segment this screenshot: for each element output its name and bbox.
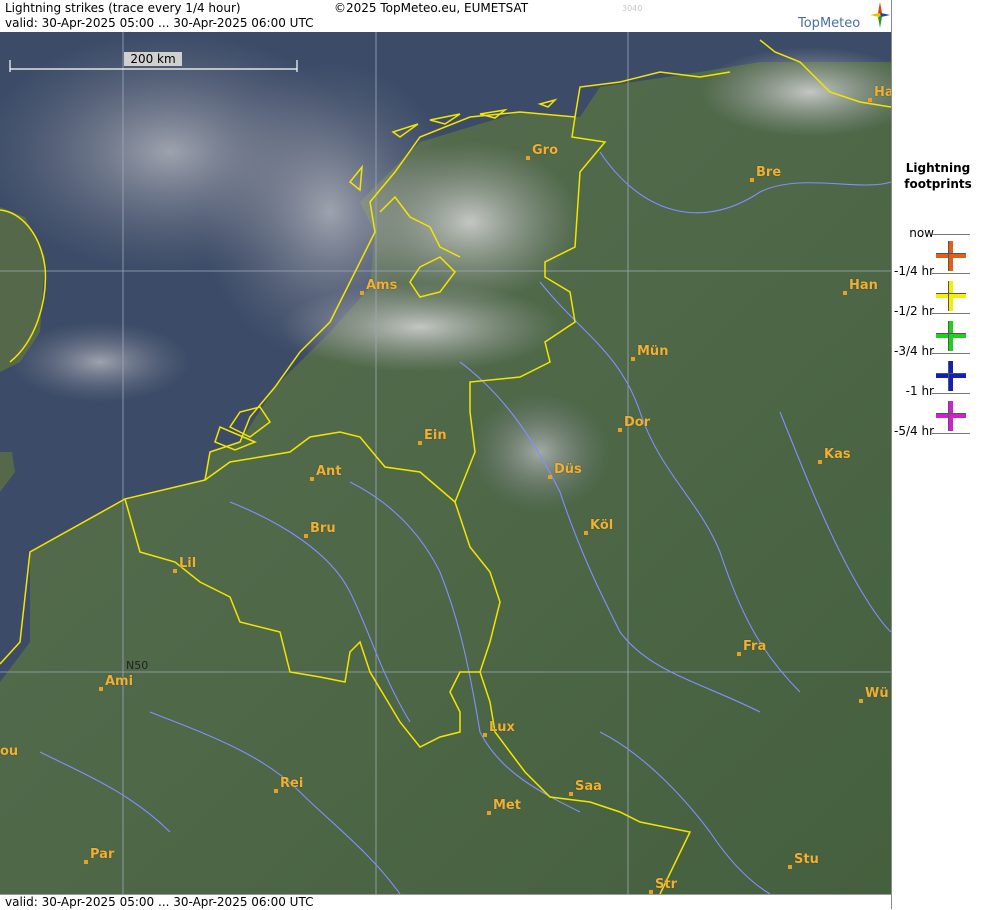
city-label: Str: [655, 877, 677, 892]
city-label: Stu: [794, 852, 819, 867]
lightning-cross-blue-icon: [936, 361, 966, 391]
legend-panel: Lightning footprints now -1/4 hr -1/2 hr…: [891, 0, 983, 909]
city-label: Bre: [756, 165, 782, 180]
city-label: Düs: [554, 462, 582, 477]
copyright: ©2025 TopMeteo.eu, EUMETSAT: [334, 1, 529, 15]
city-label: Wü: [865, 686, 889, 701]
header: Lightning strikes (trace every 1/4 hour)…: [0, 0, 891, 32]
city-label: Köl: [590, 518, 614, 533]
city-label: Lux: [489, 720, 515, 735]
lightning-cross-green-icon: [936, 321, 966, 351]
legend-item-one-hour: -1 hr: [892, 360, 983, 400]
city-label: Dor: [624, 415, 651, 430]
compass-star-icon: [870, 2, 890, 28]
city-label: Lil: [179, 556, 197, 571]
city-label: Bru: [310, 521, 336, 536]
map-canvas: [0, 32, 891, 894]
city-label: Met: [493, 798, 521, 813]
city-dot-icon: [737, 652, 741, 656]
legend-item-three-quarter-hour: -3/4 hr: [892, 320, 983, 360]
logo-text: TopMeteo: [798, 16, 861, 31]
city-dot-icon: [859, 699, 863, 703]
city-label: Ams: [366, 278, 398, 293]
topmeteo-logo[interactable]: TopMeteo: [798, 2, 890, 32]
valid-time: valid: 30-Apr-2025 05:00 ... 30-Apr-2025…: [5, 16, 314, 30]
city-dot-icon: [173, 569, 177, 573]
city-dot-icon: [418, 441, 422, 445]
city-dot-icon: [631, 357, 635, 361]
city-label: Ha: [874, 85, 891, 100]
city-label: ou: [0, 744, 19, 759]
city-label: Par: [90, 847, 115, 862]
city-dot-icon: [310, 477, 314, 481]
city-label: Ami: [105, 674, 134, 689]
map-title: Lightning strikes (trace every 1/4 hour): [5, 1, 241, 15]
city-label: Saa: [575, 779, 602, 794]
city-dot-icon: [788, 865, 792, 869]
satellite-map[interactable]: 200 km N50 Ha Gro Bre Ams Han Mün Dor Ei…: [0, 32, 891, 894]
city-dot-icon: [584, 531, 588, 535]
faint-code: 3040: [622, 4, 643, 13]
city-label: Gro: [532, 143, 559, 158]
city-dot-icon: [868, 98, 872, 102]
city-dot-icon: [618, 428, 622, 432]
city-dot-icon: [483, 733, 487, 737]
city-dot-icon: [360, 291, 364, 295]
city-label: Ant: [316, 464, 342, 479]
city-dot-icon: [304, 534, 308, 538]
legend-item-half-hour: -1/2 hr: [892, 280, 983, 320]
lightning-cross-magenta-icon: [936, 401, 966, 431]
city-dot-icon: [526, 156, 530, 160]
lightning-cross-yellow-icon: [936, 281, 966, 311]
city-label: Kas: [824, 447, 851, 462]
city-label: Mün: [637, 344, 669, 359]
city-label: Ein: [424, 428, 447, 443]
legend-item-five-quarter-hour: -5/4 hr: [892, 400, 983, 440]
city-label: Han: [849, 278, 878, 293]
city-dot-icon: [548, 475, 552, 479]
city-dot-icon: [750, 178, 754, 182]
scale-label: 200 km: [124, 52, 182, 66]
city-dot-icon: [84, 860, 88, 864]
city-dot-icon: [818, 460, 822, 464]
city-dot-icon: [569, 792, 573, 796]
city-dot-icon: [487, 811, 491, 815]
city-dot-icon: [274, 789, 278, 793]
footer-valid-time: valid: 30-Apr-2025 05:00 ... 30-Apr-2025…: [5, 895, 314, 909]
lightning-cross-orange-icon: [936, 241, 966, 271]
city-label: Fra: [743, 639, 767, 654]
legend-item-quarter-hour: -1/4 hr: [892, 240, 983, 280]
latitude-label: N50: [126, 659, 149, 672]
city-label: Rei: [280, 776, 304, 791]
legend-title: Lightning footprints: [904, 161, 972, 191]
city-dot-icon: [843, 291, 847, 295]
city-dot-icon: [99, 687, 103, 691]
footer: valid: 30-Apr-2025 05:00 ... 30-Apr-2025…: [0, 894, 891, 910]
